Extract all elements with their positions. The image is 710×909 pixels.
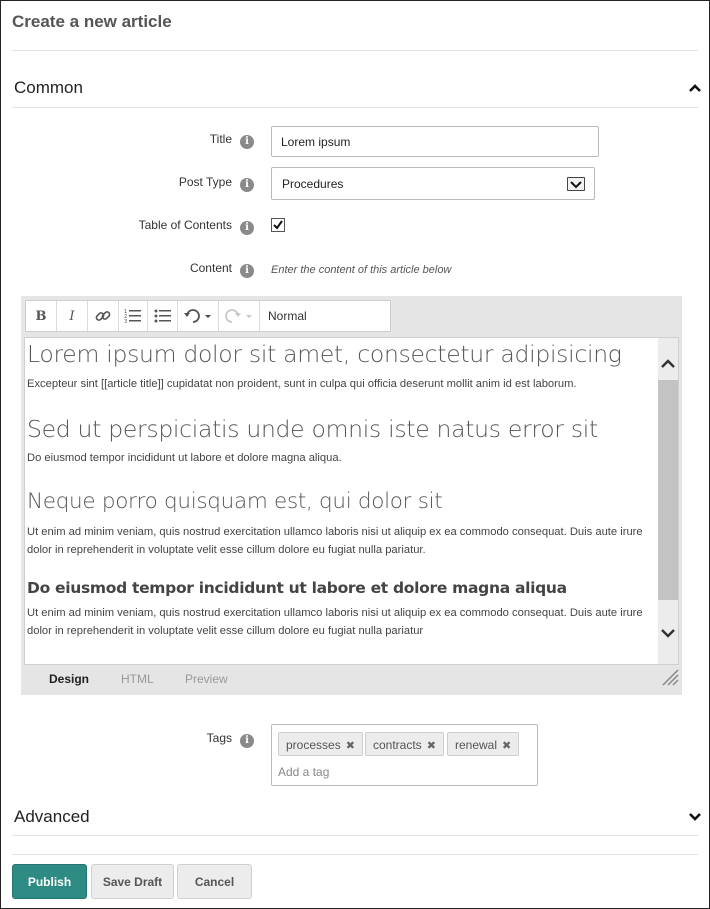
content-hint: Enter the content of this article below: [271, 264, 452, 276]
rich-text-editor: B I 1 2 3 Normal Lorem ipsum dolor sit a…: [21, 296, 682, 695]
editor-mode-tabs: Design HTML Preview: [21, 666, 682, 692]
tag-chip: contracts ✖: [365, 732, 444, 756]
scroll-down-icon[interactable]: [660, 625, 676, 641]
numbered-list-button[interactable]: 1 2 3: [119, 301, 148, 331]
svg-text:3: 3: [124, 319, 127, 324]
divider: [12, 50, 698, 51]
tag-label: processes: [286, 738, 341, 752]
toc-label: Table of Contents: [138, 218, 232, 232]
tab-preview[interactable]: Preview: [185, 672, 228, 686]
section-advanced-label: Advanced: [14, 807, 90, 826]
section-common-label: Common: [14, 78, 83, 97]
content-paragraph: Do eiusmod tempor incididunt ut labore e…: [27, 452, 342, 464]
content-heading-1: Lorem ipsum dolor sit amet, consectetur …: [27, 340, 622, 368]
post-type-label: Post Type: [178, 175, 232, 189]
section-common-header[interactable]: Common: [0, 75, 710, 101]
bold-icon: B: [35, 308, 47, 324]
tags-field[interactable]: processes ✖ contracts ✖ renewal ✖: [271, 724, 538, 786]
editor-toolbar: B I 1 2 3 Normal: [25, 300, 391, 332]
post-type-select[interactable]: Procedures: [271, 167, 595, 200]
tab-html[interactable]: HTML: [121, 672, 154, 686]
dropdown-button[interactable]: [567, 177, 585, 191]
chevron-up-icon: [689, 84, 701, 92]
publish-button[interactable]: Publish: [12, 864, 87, 899]
toc-checkbox[interactable]: [271, 218, 285, 232]
undo-icon: [184, 309, 211, 323]
add-tag-input[interactable]: [276, 763, 476, 781]
format-dropdown[interactable]: Normal: [260, 301, 390, 331]
tags-label: Tags: [206, 731, 232, 745]
link-button[interactable]: [88, 301, 119, 331]
tag-label: contracts: [373, 738, 422, 752]
chevron-down-icon: [689, 813, 701, 821]
tag-label: renewal: [455, 738, 498, 752]
content-heading-2: Sed ut perspiciatis unde omnis iste natu…: [27, 415, 598, 443]
bullet-list-button[interactable]: [148, 301, 178, 331]
italic-button[interactable]: I: [57, 301, 88, 331]
cancel-button[interactable]: Cancel: [177, 864, 252, 899]
content-paragraph: Ut enim ad minim veniam, quis nostrud ex…: [27, 607, 643, 637]
divider: [12, 854, 698, 855]
tag-chip: processes ✖: [278, 732, 363, 756]
editor-document[interactable]: Lorem ipsum dolor sit amet, consectetur …: [27, 338, 655, 640]
info-icon[interactable]: i: [240, 135, 254, 149]
divider: [12, 835, 698, 836]
page-title: Create a new article: [12, 12, 172, 31]
remove-tag-icon[interactable]: ✖: [502, 740, 511, 752]
content-heading-3: Neque porro quisquam est, qui dolor sit: [27, 489, 443, 514]
scroll-thumb[interactable]: [658, 380, 678, 600]
bold-button[interactable]: B: [26, 301, 57, 331]
content-label: Content: [189, 261, 232, 275]
numbered-list-icon: 1 2 3: [124, 309, 141, 324]
title-label: Title: [209, 132, 232, 146]
info-icon[interactable]: i: [240, 178, 254, 192]
resize-handle-icon[interactable]: [659, 668, 679, 686]
info-icon[interactable]: i: [240, 734, 254, 748]
remove-tag-icon[interactable]: ✖: [346, 740, 355, 752]
info-icon[interactable]: i: [240, 221, 254, 235]
remove-tag-icon[interactable]: ✖: [427, 740, 436, 752]
redo-icon: [225, 309, 252, 323]
content-paragraph: Ut enim ad minim veniam, quis nostrud ex…: [27, 526, 643, 556]
tag-chip: renewal ✖: [447, 732, 520, 756]
checkmark-icon: [273, 220, 283, 230]
chevron-down-icon: [570, 181, 582, 189]
section-advanced-header[interactable]: Advanced: [0, 804, 710, 830]
redo-button[interactable]: [219, 301, 260, 331]
post-type-value: Procedures: [282, 177, 344, 191]
scroll-up-icon[interactable]: [660, 356, 676, 372]
save-draft-button[interactable]: Save Draft: [91, 864, 174, 899]
editor-content-area[interactable]: Lorem ipsum dolor sit amet, consectetur …: [24, 337, 679, 665]
divider: [12, 107, 698, 108]
title-input[interactable]: [271, 126, 599, 157]
info-icon[interactable]: i: [240, 264, 254, 278]
undo-button[interactable]: [178, 301, 219, 331]
tab-design[interactable]: Design: [49, 672, 89, 686]
content-paragraph: Excepteur sint [[article title]] cupidat…: [27, 378, 577, 390]
editor-scrollbar[interactable]: [658, 338, 678, 664]
content-heading-4: Do eiusmod tempor incididunt ut labore e…: [27, 579, 567, 597]
bullet-list-icon: [154, 309, 171, 323]
link-icon: [95, 311, 111, 321]
italic-icon: I: [69, 308, 75, 324]
